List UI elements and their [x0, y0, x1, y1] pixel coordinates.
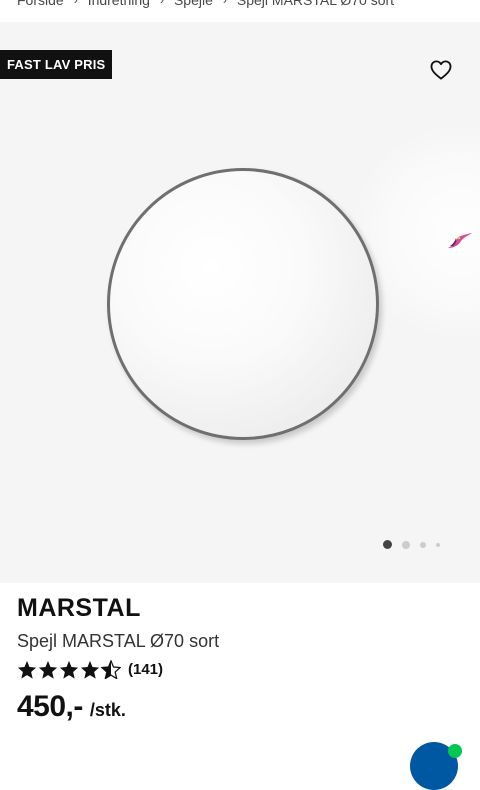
breadcrumb-item-interior[interactable]: Indretning: [88, 0, 150, 8]
favorite-button[interactable]: [428, 58, 454, 82]
chevron-right-icon: ›: [73, 0, 78, 7]
price-unit: /stk.: [89, 700, 126, 720]
online-indicator: [448, 744, 462, 758]
product-brand: MARSTAL: [17, 594, 141, 622]
image-pagination: [383, 540, 450, 549]
chevron-right-icon: ›: [159, 0, 164, 7]
pagination-dot[interactable]: [420, 541, 426, 548]
rating-summary[interactable]: (141): [17, 658, 467, 680]
breadcrumb-item-home[interactable]: Forside: [17, 0, 64, 8]
price-amount: 450,-: [17, 690, 83, 723]
product-description: Spejl MARSTAL Ø70 sort: [17, 631, 220, 651]
star-filled-icon: [59, 660, 79, 679]
rating-stars: [17, 659, 122, 679]
pagination-dot-active[interactable]: [383, 540, 392, 549]
product-image-mirror: [107, 168, 379, 440]
price-badge: FAST LAV PRIS: [0, 50, 113, 79]
breadcrumb: Forside › Indretning › Spejle › Spejl MA…: [0, 0, 480, 22]
star-filled-icon: [17, 660, 37, 679]
product-image-gallery[interactable]: FAST LAV PRIS: [0, 22, 480, 583]
chevron-right-icon: ›: [222, 0, 227, 7]
rating-count: (141): [128, 660, 164, 678]
breadcrumb-item-current: Spejl MARSTAL Ø70 sort: [236, 0, 395, 8]
pagination-dot[interactable]: [402, 540, 410, 549]
pagination-dot[interactable]: [436, 542, 440, 547]
star-filled-icon: [80, 660, 100, 679]
shopping-assistant-button[interactable]: [444, 228, 474, 254]
star-half-icon: [101, 659, 121, 679]
heart-outline-icon: [430, 60, 452, 80]
product-price: 450,- /stk.: [17, 690, 467, 724]
breadcrumb-item-mirrors[interactable]: Spejle: [174, 0, 213, 8]
hummingbird-icon: [448, 233, 472, 248]
product-info: MARSTAL Spejl MARSTAL Ø70 sort (141) 450…: [17, 592, 467, 724]
star-filled-icon: [38, 660, 58, 679]
